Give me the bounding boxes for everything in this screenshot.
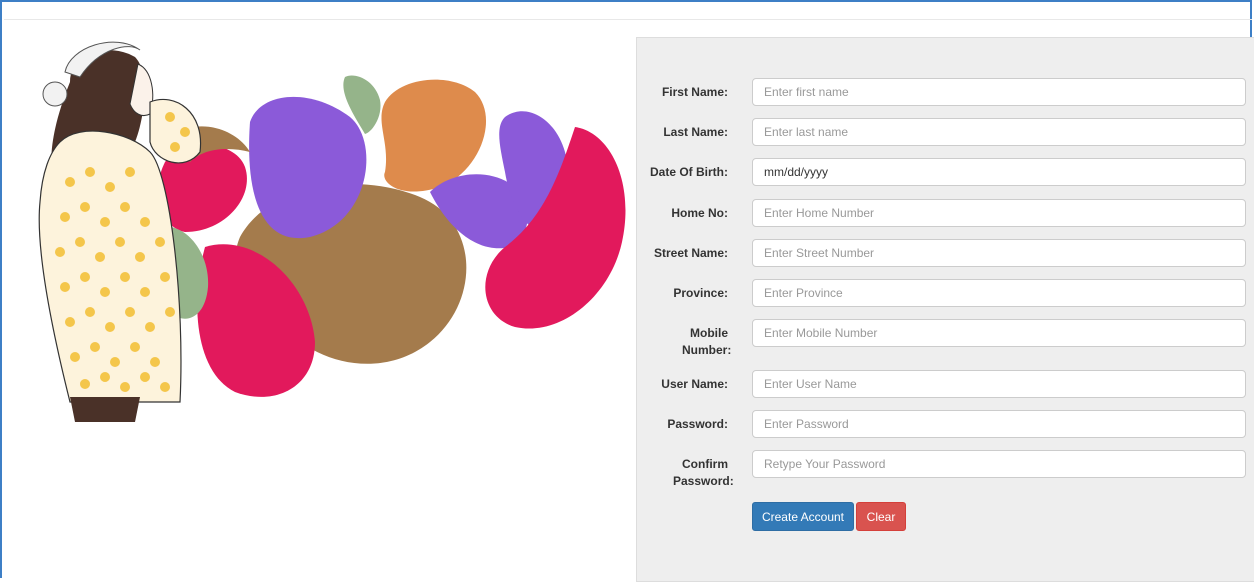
first-name-input[interactable]: Enter first name [752, 78, 1246, 106]
sleeve-raised [149, 98, 202, 164]
mobile-number-label: Mobile Number: [682, 326, 732, 357]
registration-form: First Name: Enter first name Last Name: … [636, 37, 1254, 582]
confirm-password-input[interactable]: Retype Your Password [752, 450, 1246, 478]
last-name-label: Last Name: [663, 125, 728, 139]
confirm-password-label: Confirm Password: [673, 457, 734, 488]
mobile-number-input[interactable]: Enter Mobile Number [752, 319, 1246, 347]
legs [70, 397, 140, 422]
password-label: Password: [667, 417, 728, 431]
password-input[interactable]: Enter Password [752, 410, 1246, 438]
province-label: Province: [673, 286, 728, 300]
beanie-pompom [42, 81, 68, 107]
home-no-input[interactable]: Enter Home Number [752, 199, 1246, 227]
user-name-label: User Name: [661, 377, 728, 391]
clear-button[interactable]: Clear [856, 502, 906, 531]
last-name-input[interactable]: Enter last name [752, 118, 1246, 146]
top-divider [4, 19, 1252, 20]
home-no-label: Home No: [671, 206, 728, 220]
user-name-input[interactable]: Enter User Name [752, 370, 1246, 398]
first-name-label: First Name: [661, 85, 728, 99]
date-of-birth-label: Date Of Birth: [650, 165, 728, 179]
date-of-birth-input[interactable]: mm/dd/yyyy [752, 158, 1246, 186]
woman-with-paint-splash-illustration [38, 41, 626, 422]
window-frame: First Name: Enter first name Last Name: … [0, 0, 1254, 582]
street-name-label: Street Name: [653, 246, 728, 260]
create-account-button[interactable]: Create Account [752, 502, 854, 531]
province-input[interactable]: Enter Province [752, 279, 1246, 307]
street-name-input[interactable]: Enter Street Number [752, 239, 1246, 267]
